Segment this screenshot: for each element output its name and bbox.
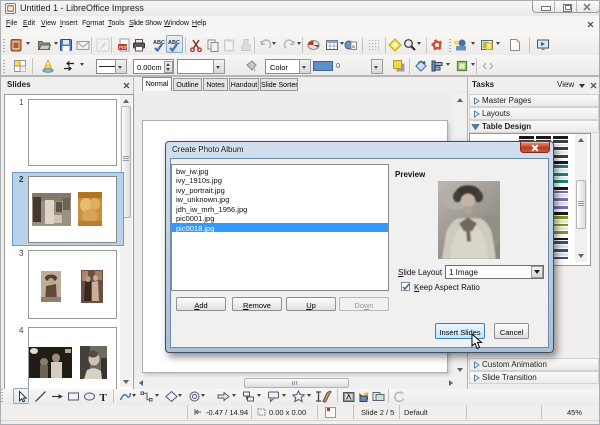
- svg-text:T: T: [100, 392, 108, 403]
- svg-text:ABC: ABC: [153, 40, 165, 46]
- svg-text:ABC: ABC: [168, 40, 180, 46]
- svg-text:a: a: [352, 44, 355, 50]
- svg-text:PDF: PDF: [119, 45, 128, 50]
